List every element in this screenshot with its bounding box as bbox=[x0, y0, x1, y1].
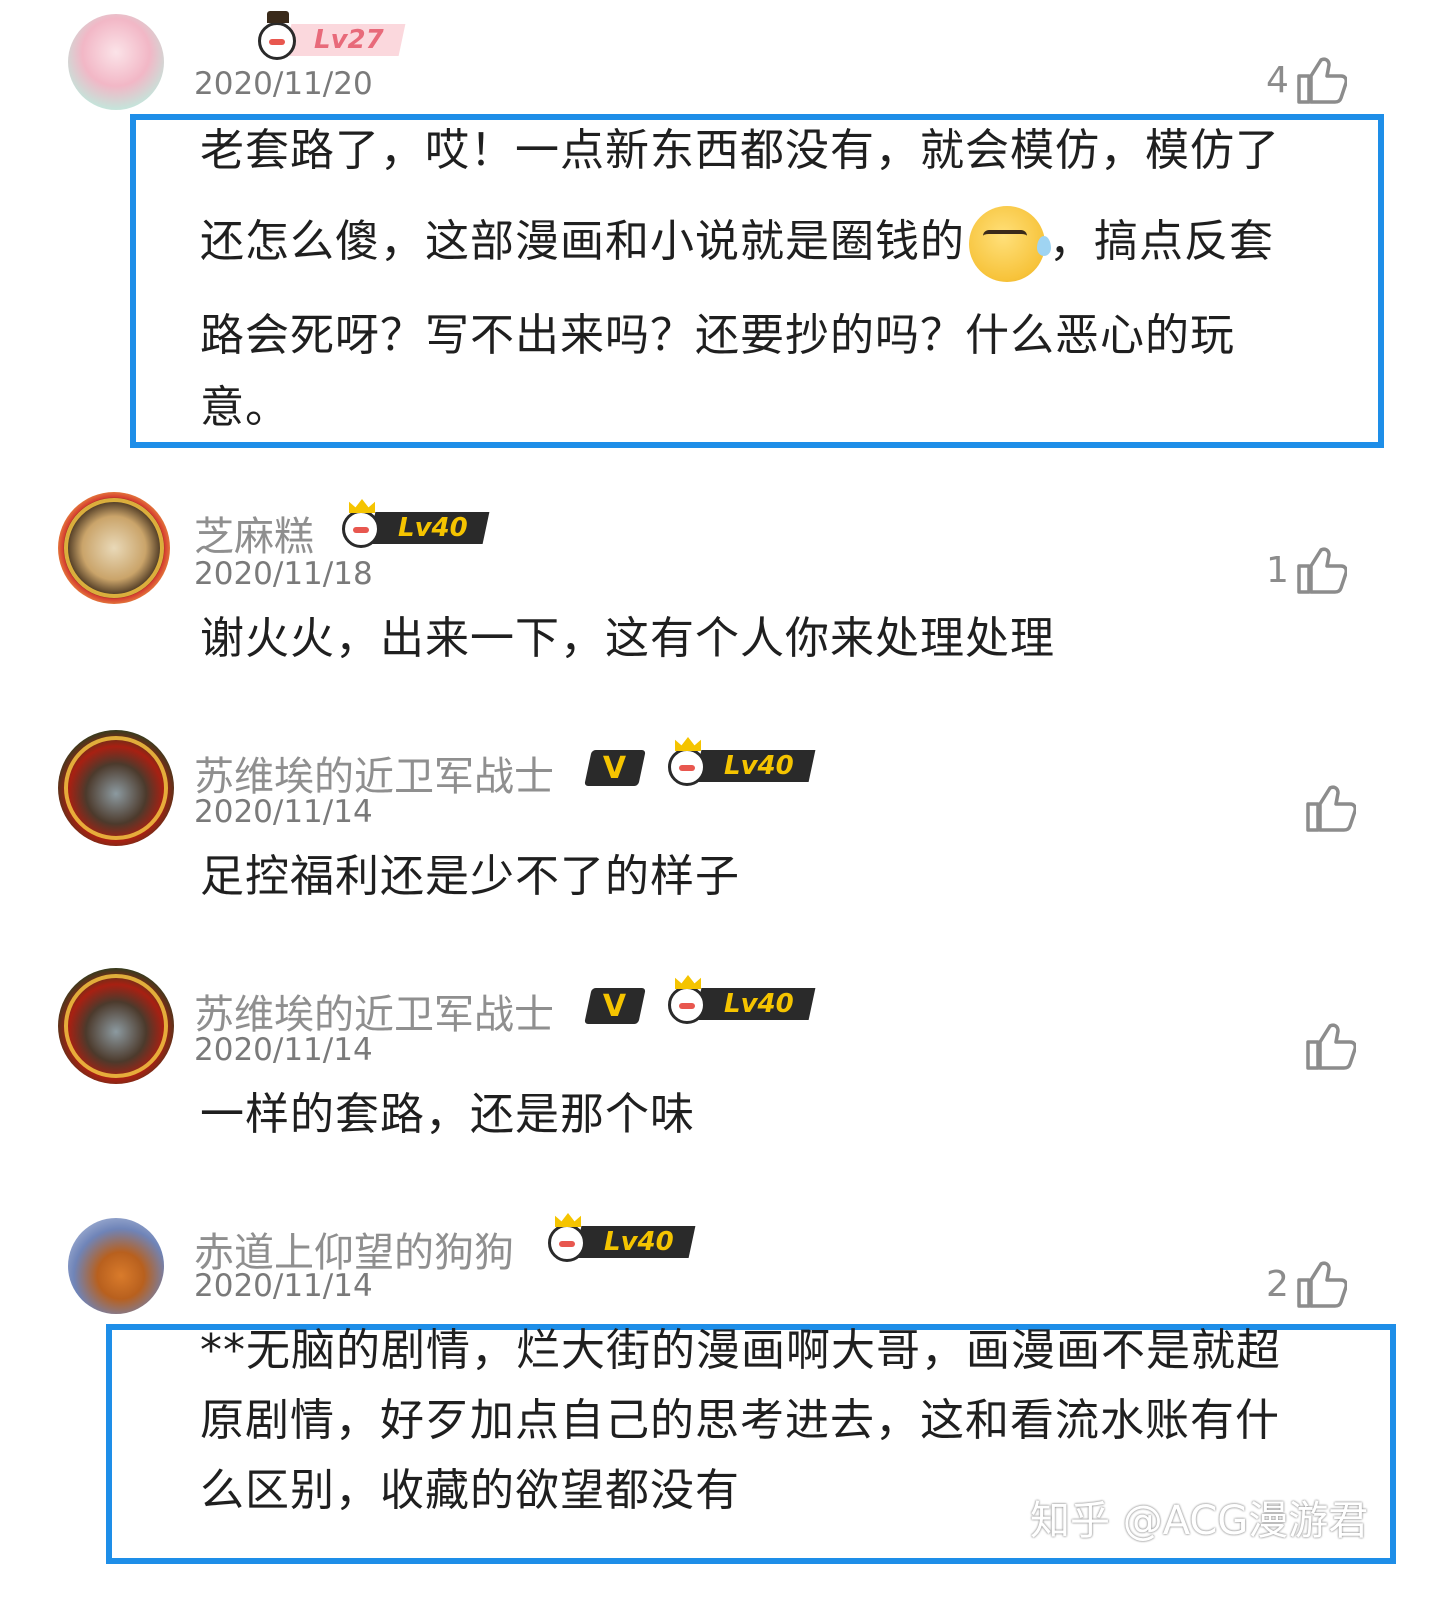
level-badge: Lv40 bbox=[668, 744, 816, 788]
comment-line: **无脑的剧情，烂大街的漫画啊大哥，画漫画不是就超 bbox=[200, 1325, 1281, 1376]
level-mascot-icon bbox=[668, 748, 706, 786]
comment-date: 2020/11/14 bbox=[194, 794, 373, 830]
thumbs-up-icon bbox=[1297, 1261, 1347, 1308]
user-avatar[interactable] bbox=[68, 14, 164, 110]
comment-line: 老套路了，哎！一点新东西都没有，就会模仿，模仿了 bbox=[200, 125, 1280, 176]
level-badge: Lv40 bbox=[668, 982, 816, 1026]
comment-line: 原剧情，好歹加点自己的思考进去，这和看流水账有什 bbox=[200, 1395, 1280, 1446]
comment-date: 2020/11/14 bbox=[194, 1268, 373, 1304]
comment-line: 谢火火，出来一下，这有个人你来处理处理 bbox=[200, 613, 1055, 664]
like-button[interactable] bbox=[1298, 1022, 1356, 1070]
vip-text: V bbox=[603, 750, 627, 786]
thumbs-up-icon bbox=[1297, 547, 1347, 594]
level-mascot-icon bbox=[342, 510, 380, 548]
level-text: Lv27 bbox=[314, 25, 384, 55]
thumbs-up-icon bbox=[1306, 785, 1356, 832]
sweating-sneer-emoji bbox=[969, 206, 1051, 282]
level-text: Lv40 bbox=[724, 751, 794, 781]
like-button[interactable]: 2 bbox=[1266, 1260, 1347, 1308]
user-avatar[interactable] bbox=[58, 492, 170, 604]
vip-badge: V bbox=[584, 988, 646, 1024]
level-badge: Lv27 bbox=[258, 11, 406, 62]
comment-text: 足控福利还是少不了的样子 bbox=[200, 834, 740, 920]
level-mascot-icon bbox=[548, 1224, 586, 1262]
level-text: Lv40 bbox=[724, 989, 794, 1019]
comment-line: 一样的套路，还是那个味 bbox=[200, 1089, 695, 1140]
level-mascot-icon bbox=[258, 11, 296, 60]
level-badge: Lv40 bbox=[548, 1220, 696, 1264]
like-button[interactable]: 1 bbox=[1266, 546, 1347, 594]
level-text: Lv40 bbox=[398, 513, 468, 543]
watermark: 知乎 @ACG漫游君 bbox=[1030, 1498, 1369, 1544]
vip-text: V bbox=[603, 988, 627, 1024]
comment-line: 路会死呀？写不出来吗？还要抄的吗？什么恶心的玩 bbox=[200, 310, 1235, 361]
like-button[interactable] bbox=[1298, 784, 1356, 832]
user-avatar[interactable] bbox=[68, 1218, 164, 1314]
comment-date: 2020/11/20 bbox=[194, 66, 373, 102]
comment-text: 谢火火，出来一下，这有个人你来处理处理 bbox=[200, 596, 1055, 682]
comment-line-part: 还怎么傻，这部漫画和小说就是圈钱的 bbox=[200, 216, 965, 267]
comment-text: 一样的套路，还是那个味 bbox=[200, 1072, 695, 1158]
like-count: 2 bbox=[1266, 1263, 1289, 1305]
comment-line: 足控福利还是少不了的样子 bbox=[200, 851, 740, 902]
like-count: 4 bbox=[1266, 59, 1289, 101]
user-avatar[interactable] bbox=[58, 968, 174, 1084]
comment-text: 老套路了，哎！一点新东西都没有，就会模仿，模仿了 还怎么傻，这部漫画和小说就是圈… bbox=[200, 108, 1380, 434]
level-mascot-icon bbox=[668, 986, 706, 1024]
like-count: 1 bbox=[1266, 549, 1289, 591]
thumbs-up-icon bbox=[1297, 57, 1347, 104]
level-text: Lv40 bbox=[604, 1227, 674, 1257]
comment-line: 意。 bbox=[200, 382, 290, 433]
comment-line: 还怎么傻，这部漫画和小说就是圈钱的 ，搞点反套 bbox=[200, 194, 1380, 290]
level-badge: Lv40 bbox=[342, 506, 490, 550]
like-button[interactable]: 4 bbox=[1266, 56, 1347, 104]
user-avatar[interactable] bbox=[58, 730, 174, 846]
thumbs-up-icon bbox=[1306, 1023, 1356, 1070]
vip-badge: V bbox=[584, 750, 646, 786]
comment-date: 2020/11/18 bbox=[194, 556, 373, 592]
comment-date: 2020/11/14 bbox=[194, 1032, 373, 1068]
comment-line-part: ，搞点反套 bbox=[1049, 216, 1274, 267]
username[interactable]: 芝麻糕 bbox=[194, 504, 314, 562]
